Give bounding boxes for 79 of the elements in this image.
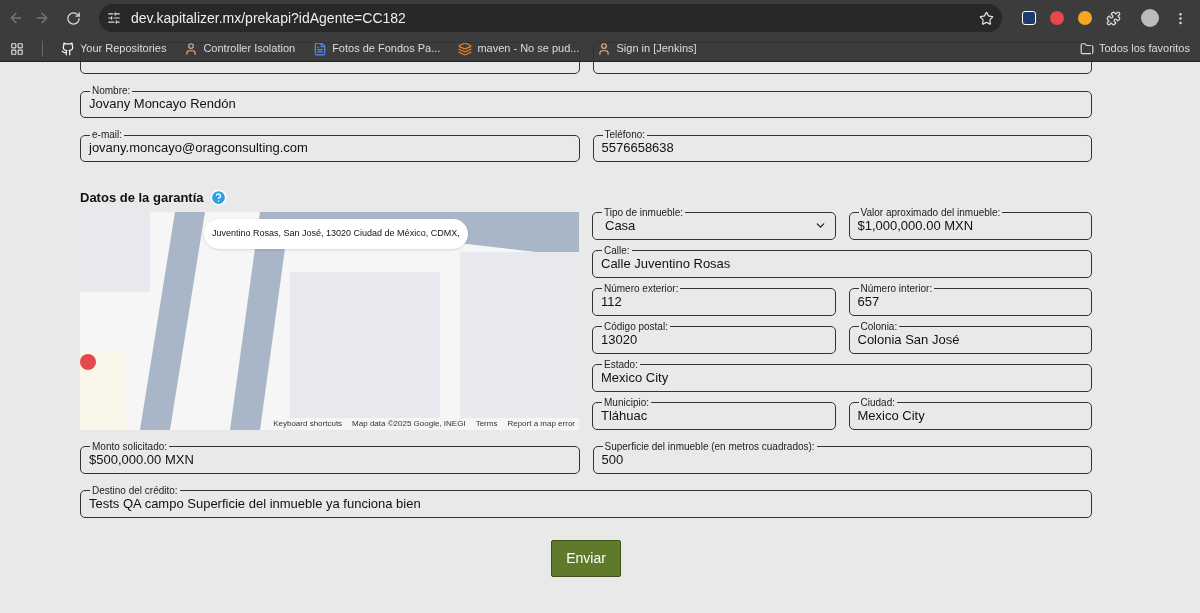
map-footer-link[interactable]: Keyboard shortcuts [273,417,343,430]
field-value: Tláhuac [601,407,649,425]
field-label: Nombre: [91,86,132,96]
field-value: 657 [857,292,881,311]
field-label: Estado: [603,359,639,370]
map-footer-link[interactable]: Report a map error [507,417,575,430]
selected-value: Casa [605,217,636,235]
field-value: Colonia San José [857,330,961,349]
text-field[interactable]: Destino del crédito: Tests QA campo Superficie del inmueble ya funciona bien [80,485,1092,518]
folder-icon [1079,41,1094,56]
avatar-icon[interactable] [1141,9,1159,27]
field-label: e-mail: [91,130,123,140]
field-label: Tipo de inmueble: [603,207,685,218]
text-field[interactable]: Número exterior: 112 [592,283,836,316]
field-label: Calle: [603,245,631,256]
field-value: $1,000,000.00 MXN [857,217,975,235]
field-value: Jovany Moncayo Rendón [89,95,237,114]
person-icon [597,41,612,56]
bookmark-link[interactable]: Sign in [Jenkins] [597,40,697,57]
field-label: Colonia: [859,321,899,332]
field-value: 13020 [601,331,639,349]
text-field[interactable]: Calle: Calle Juventino Rosas [592,245,1092,278]
field-value: 5576658638 [601,139,675,158]
field-value: Calle Juventino Rosas [601,254,732,273]
text-field[interactable]: Municipio: Tláhuac [592,397,836,430]
text-field[interactable]: Estado: Mexico City [592,359,1092,392]
text-field[interactable]: e-mail: jovany.moncayo@oragconsulting.com [80,130,580,162]
all-bookmarks-link[interactable]: Todos los favoritos [1079,40,1190,57]
field-label: Superficie del inmueble (en metros cuadrados): [603,441,816,452]
text-field[interactable]: Código postal: 13020 [592,321,836,354]
reload-icon[interactable] [66,10,81,26]
field-label: Código postal: [603,321,669,332]
text-field[interactable]: Teléfono: 5576658638 [592,130,1092,162]
url-text: dev.kapitalizer.mx/prekapi?idAgente=CC182 [131,8,407,28]
site-settings-icon[interactable] [107,11,121,25]
field-value: 112 [601,292,623,311]
help-icon[interactable] [209,189,227,207]
extension-icon[interactable] [1078,11,1092,25]
text-field[interactable]: Ciudad: Mexico City [848,397,1092,430]
text-field[interactable]: Monto solicitado: $500,000.00 MXN [80,441,580,474]
field-label: Número interior: [859,283,934,294]
stack-icon [458,41,473,56]
field-value: Mexico City [857,406,926,425]
bookmark-link[interactable]: Fotos de Fondos Pa... [313,40,441,57]
field-label: Número exterior: [603,283,680,294]
address-label: Juventino Rosas, San José, 13020 Ciudad de México, CDMX, [204,218,468,249]
map-footer-link[interactable]: Terms [475,417,498,430]
text-field[interactable]: Colonia: Colonia San José [848,321,1092,354]
bookmark-link[interactable]: maven - No se pud... [458,40,580,57]
field-value: 500 [601,451,624,469]
field-value: jovany.moncayo@oragconsulting.com [89,139,309,158]
apps-icon[interactable] [10,41,24,56]
select-field[interactable]: Tipo de inmueble: Casa [592,207,836,240]
map-panel[interactable]: Juventino Rosas, San José, 13020 Ciudad de México, CDMX, Keyboard shortcuts Map data ©2025 Google, INEGI Terms Report a map error [80,211,579,430]
field-value: Tests QA campo Superficie del inmueble ya funciona bien [89,494,422,513]
bookmark-link[interactable]: Your Repositories [61,40,167,57]
section-title: Datos de la garantía [80,189,204,207]
field-label: Municipio: [603,397,651,408]
submit-button[interactable]: Enviar [551,539,621,577]
field-label: Monto solicitado: [91,441,169,452]
document-icon [313,41,328,56]
map-footer-link[interactable]: Map data ©2025 Google, INEGI [352,417,466,430]
field-value: $500,000.00 MXN [89,450,195,469]
field-label: Teléfono: [603,130,647,140]
text-field[interactable]: Superficie del inmueble (en metros cuadrados): 500 [592,441,1092,474]
extension-icon[interactable] [1022,11,1036,25]
person-icon [184,41,199,56]
field-label: Destino del crédito: [91,485,179,496]
text-field[interactable]: Valor aproximado del inmueble: $1,000,000.00 MXN [848,207,1092,240]
address-bar[interactable]: dev.kapitalizer.mx/prekapi?idAgente=CC182 [99,4,1002,32]
field-label: Ciudad: [859,397,896,408]
field-label: Valor aproximado del inmueble: [859,207,1002,218]
github-icon [61,41,75,56]
text-field[interactable]: Nombre: Jovany Moncayo Rendón [80,86,1092,118]
field-value: Mexico City [601,368,670,387]
puzzle-icon[interactable] [1106,10,1121,26]
text-field[interactable]: Número interior: 657 [848,283,1092,316]
bookmark-link[interactable]: Controller Isolation [184,40,296,57]
star-icon[interactable] [979,10,994,26]
